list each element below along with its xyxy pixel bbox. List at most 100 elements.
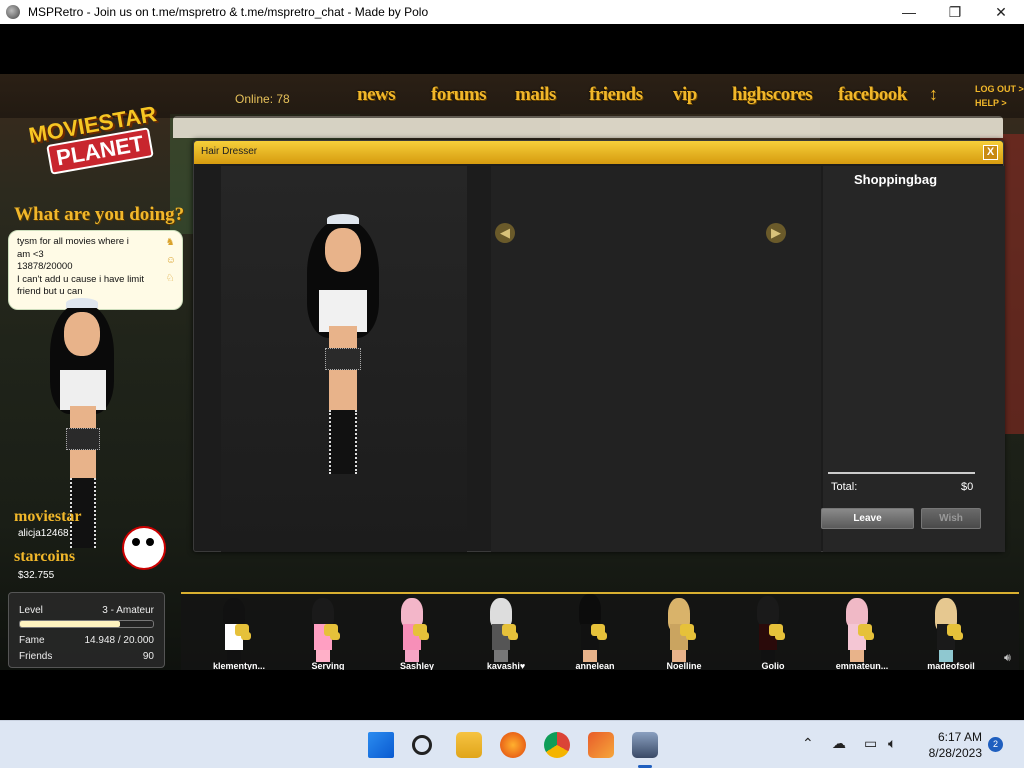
friend-name: emmateun... xyxy=(835,661,889,670)
level-value: 3 - Amateur xyxy=(102,605,154,616)
window-title: MSPRetro - Join us on t.me/mspretro & t.… xyxy=(28,5,429,19)
starcoins-label: starcoins xyxy=(14,548,76,565)
wish-button[interactable]: Wish xyxy=(921,508,981,529)
stats-panel: Level 3 - Amateur Fame 14.948 / 20.000 F… xyxy=(8,592,165,668)
nav-highscores[interactable]: highscores xyxy=(732,84,813,106)
mspretro-taskbar-icon[interactable] xyxy=(632,732,658,758)
moviestar-planet-logo: MOVIESTAR PLANET xyxy=(14,101,158,175)
shoppingbag-panel xyxy=(823,166,1005,552)
dialog-title: Hair Dresser xyxy=(201,146,258,157)
friend-item[interactable]: klementyn... xyxy=(195,594,275,670)
nav-news[interactable]: news xyxy=(357,84,396,106)
walk-icon[interactable]: ♞ xyxy=(166,237,176,249)
hair-dresser-dialog: Hair Dresser X ◀ ▶ Shoppingbag Total: $0… xyxy=(193,140,1005,552)
friend-item[interactable]: Noelline xyxy=(640,594,720,670)
maximize-button[interactable]: ❐ xyxy=(932,0,978,24)
cloud-offline-icon[interactable]: ☁ xyxy=(832,735,846,752)
friend-item[interactable]: Golio xyxy=(729,594,809,670)
notification-badge[interactable]: 2 xyxy=(988,737,1003,752)
level-progress-bar xyxy=(19,620,154,628)
close-window-button[interactable]: ✕ xyxy=(978,0,1024,24)
status-line: friend but u can xyxy=(17,286,83,297)
friend-name: Noelline xyxy=(666,661,702,670)
friend-item[interactable]: Serving xyxy=(284,594,364,670)
friend-name: klementyn... xyxy=(212,661,266,670)
clock[interactable]: 6:17 AM 8/28/2023 xyxy=(916,729,982,761)
fame-label: Fame xyxy=(19,635,45,646)
shoppingbag-title: Shoppingbag xyxy=(854,172,938,187)
avatar-preview-panel xyxy=(221,166,467,552)
next-arrow-icon[interactable]: ▶ xyxy=(766,223,786,243)
nav-mails[interactable]: mails xyxy=(515,84,556,106)
windows-start-icon[interactable] xyxy=(368,732,394,758)
nav-facebook[interactable]: facebook xyxy=(838,84,907,106)
nav-vip[interactable]: vip xyxy=(673,84,697,106)
dialog-header: Hair Dresser X xyxy=(194,141,1003,164)
friend-name: madeofsoil xyxy=(927,661,975,670)
animal-icon[interactable]: ♘ xyxy=(166,273,176,285)
game-area: Online: 78 news forums mails friends vip… xyxy=(0,74,1024,670)
friend-name: Sashley xyxy=(399,661,435,670)
app-icon xyxy=(6,5,20,19)
chrome-icon[interactable] xyxy=(544,732,570,758)
panel-top-frame xyxy=(173,116,1003,138)
fame-value: 14.948 / 20.000 xyxy=(84,635,154,646)
bubble-actions: ♞ ☺ ♘ xyxy=(166,237,176,285)
style-options-panel: ◀ ▶ xyxy=(491,166,956,552)
status-line: tysm for all movies where i xyxy=(17,236,129,247)
show-hidden-icons[interactable]: ⌃ xyxy=(802,735,814,752)
emote-icon[interactable]: ☺ xyxy=(166,255,176,267)
friends-row: Friends 90 xyxy=(19,651,154,662)
logout-link[interactable]: LOG OUT > xyxy=(975,84,1024,94)
friend-name: kavashi♥ xyxy=(486,661,526,670)
friend-name: Serving xyxy=(311,661,345,670)
username: alicja12468 xyxy=(18,528,69,539)
help-link[interactable]: HELP > xyxy=(975,98,1007,108)
leave-button[interactable]: Leave xyxy=(821,508,914,529)
network-icon[interactable]: ▭ xyxy=(864,735,877,752)
online-count: Online: 78 xyxy=(235,92,290,106)
screen: MSPRetro - Join us on t.me/mspretro & t.… xyxy=(0,0,1024,768)
level-progress-fill xyxy=(20,621,120,627)
status-heading: What are you doing? xyxy=(14,204,185,225)
total-value: $0 xyxy=(961,481,974,493)
fame-row: Fame 14.948 / 20.000 xyxy=(19,635,154,646)
dialog-close-button[interactable]: X xyxy=(983,145,998,160)
clock-date: 8/28/2023 xyxy=(928,746,982,760)
moviestar-label: moviestar xyxy=(14,508,82,525)
black-margin xyxy=(0,670,1024,720)
friend-item[interactable]: kavashi♥ xyxy=(462,594,542,670)
firefox-icon[interactable] xyxy=(500,732,526,758)
pet-dog-icon[interactable] xyxy=(122,526,166,570)
speaker-icon[interactable]: 🔊︎ xyxy=(1004,652,1011,665)
friends-strip: klementyn... Serving Sashley kavashi♥ an… xyxy=(181,592,1019,670)
previous-arrow-icon[interactable]: ◀ xyxy=(495,223,515,243)
minimize-button[interactable]: — xyxy=(886,0,932,24)
friend-item[interactable]: annelean xyxy=(551,594,631,670)
clock-time: 6:17 AM xyxy=(937,730,982,744)
total-divider xyxy=(828,472,975,474)
level-label: Level xyxy=(19,605,43,616)
nav-friends[interactable]: friends xyxy=(589,84,643,106)
nav-forums[interactable]: forums xyxy=(431,84,487,106)
level-row: Level 3 - Amateur xyxy=(19,605,154,616)
preview-avatar xyxy=(305,214,381,476)
status-line: I can't add u cause i have limit xyxy=(17,273,144,285)
starcoins-balance: $32.755 xyxy=(18,570,55,581)
search-icon[interactable] xyxy=(412,735,432,755)
status-line: 13878/20000 xyxy=(17,261,73,272)
file-explorer-icon[interactable] xyxy=(456,732,482,758)
friend-name: Golio xyxy=(761,661,785,670)
friend-item[interactable]: Sashley xyxy=(373,594,453,670)
volume-icon[interactable]: 🔈︎ xyxy=(888,735,896,752)
friends-value: 90 xyxy=(142,651,154,662)
friend-item[interactable]: emmateun... xyxy=(818,594,898,670)
status-line: am <3 xyxy=(17,248,44,260)
friend-item[interactable]: madeofsoil xyxy=(907,594,987,670)
taskbar: ⌃ ☁ ▭ 🔈︎ 6:17 AM 8/28/2023 2 xyxy=(0,720,1024,768)
window-titlebar: MSPRetro - Join us on t.me/mspretro & t.… xyxy=(0,0,1024,24)
friends-label: Friends xyxy=(19,651,53,662)
app-icon-orange[interactable] xyxy=(588,732,614,758)
fullscreen-toggle-icon[interactable]: ↕ xyxy=(929,84,938,105)
friend-name: annelean xyxy=(575,661,615,670)
